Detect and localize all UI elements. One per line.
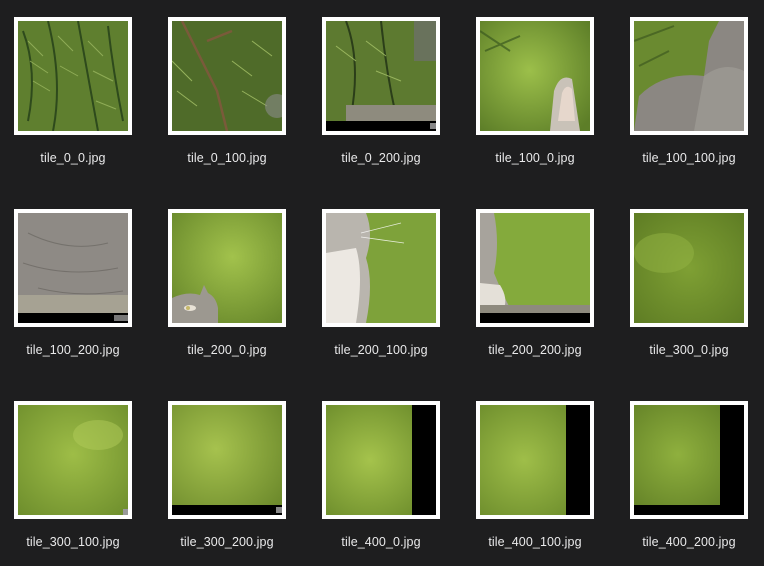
file-item[interactable]: tile_100_100.jpg <box>630 17 748 197</box>
file-icon-grid: tile_0_0.jpg tile_0_100.jpg tile_0_200.j… <box>0 0 764 566</box>
thumbnail-frame <box>168 401 286 519</box>
image-thumbnail <box>172 213 282 323</box>
file-item[interactable]: tile_300_100.jpg <box>14 401 132 566</box>
file-item[interactable]: tile_400_200.jpg <box>630 401 748 566</box>
file-item[interactable]: tile_0_0.jpg <box>14 17 132 197</box>
file-item[interactable]: tile_200_0.jpg <box>168 209 286 389</box>
file-name: tile_0_0.jpg <box>40 151 106 165</box>
file-name: tile_400_0.jpg <box>341 535 421 549</box>
image-thumbnail <box>18 21 128 131</box>
image-thumbnail <box>480 213 590 323</box>
thumbnail-frame <box>476 401 594 519</box>
image-thumbnail <box>326 21 436 131</box>
thumbnail-frame <box>476 209 594 327</box>
file-item[interactable]: tile_100_200.jpg <box>14 209 132 389</box>
thumbnail-frame <box>168 209 286 327</box>
thumbnail-frame <box>322 17 440 135</box>
file-name: tile_200_100.jpg <box>334 343 428 357</box>
file-name: tile_300_100.jpg <box>26 535 120 549</box>
file-item[interactable]: tile_0_200.jpg <box>322 17 440 197</box>
file-name: tile_100_100.jpg <box>642 151 736 165</box>
image-thumbnail <box>326 213 436 323</box>
file-name: tile_300_0.jpg <box>649 343 729 357</box>
image-thumbnail <box>634 405 744 515</box>
image-thumbnail <box>326 405 436 515</box>
thumbnail-frame <box>476 17 594 135</box>
file-name: tile_100_200.jpg <box>26 343 120 357</box>
thumbnail-frame <box>14 401 132 519</box>
image-thumbnail <box>172 405 282 515</box>
file-name: tile_300_200.jpg <box>180 535 274 549</box>
thumbnail-frame <box>14 17 132 135</box>
file-name: tile_400_100.jpg <box>488 535 582 549</box>
image-thumbnail <box>634 21 744 131</box>
file-item[interactable]: tile_0_100.jpg <box>168 17 286 197</box>
file-item[interactable]: tile_400_100.jpg <box>476 401 594 566</box>
file-item[interactable]: tile_200_200.jpg <box>476 209 594 389</box>
file-name: tile_0_100.jpg <box>187 151 267 165</box>
file-name: tile_200_0.jpg <box>187 343 267 357</box>
thumbnail-frame <box>322 209 440 327</box>
thumbnail-frame <box>630 401 748 519</box>
thumbnail-frame <box>14 209 132 327</box>
file-item[interactable]: tile_100_0.jpg <box>476 17 594 197</box>
file-item[interactable]: tile_300_200.jpg <box>168 401 286 566</box>
file-name: tile_400_200.jpg <box>642 535 736 549</box>
image-thumbnail <box>18 405 128 515</box>
image-thumbnail <box>18 213 128 323</box>
file-item[interactable]: tile_200_100.jpg <box>322 209 440 389</box>
file-name: tile_200_200.jpg <box>488 343 582 357</box>
image-thumbnail <box>480 21 590 131</box>
file-item[interactable]: tile_400_0.jpg <box>322 401 440 566</box>
thumbnail-frame <box>630 209 748 327</box>
thumbnail-frame <box>322 401 440 519</box>
image-thumbnail <box>480 405 590 515</box>
image-thumbnail <box>634 213 744 323</box>
image-thumbnail <box>172 21 282 131</box>
file-item[interactable]: tile_300_0.jpg <box>630 209 748 389</box>
file-name: tile_100_0.jpg <box>495 151 575 165</box>
thumbnail-frame <box>168 17 286 135</box>
thumbnail-frame <box>630 17 748 135</box>
file-name: tile_0_200.jpg <box>341 151 421 165</box>
